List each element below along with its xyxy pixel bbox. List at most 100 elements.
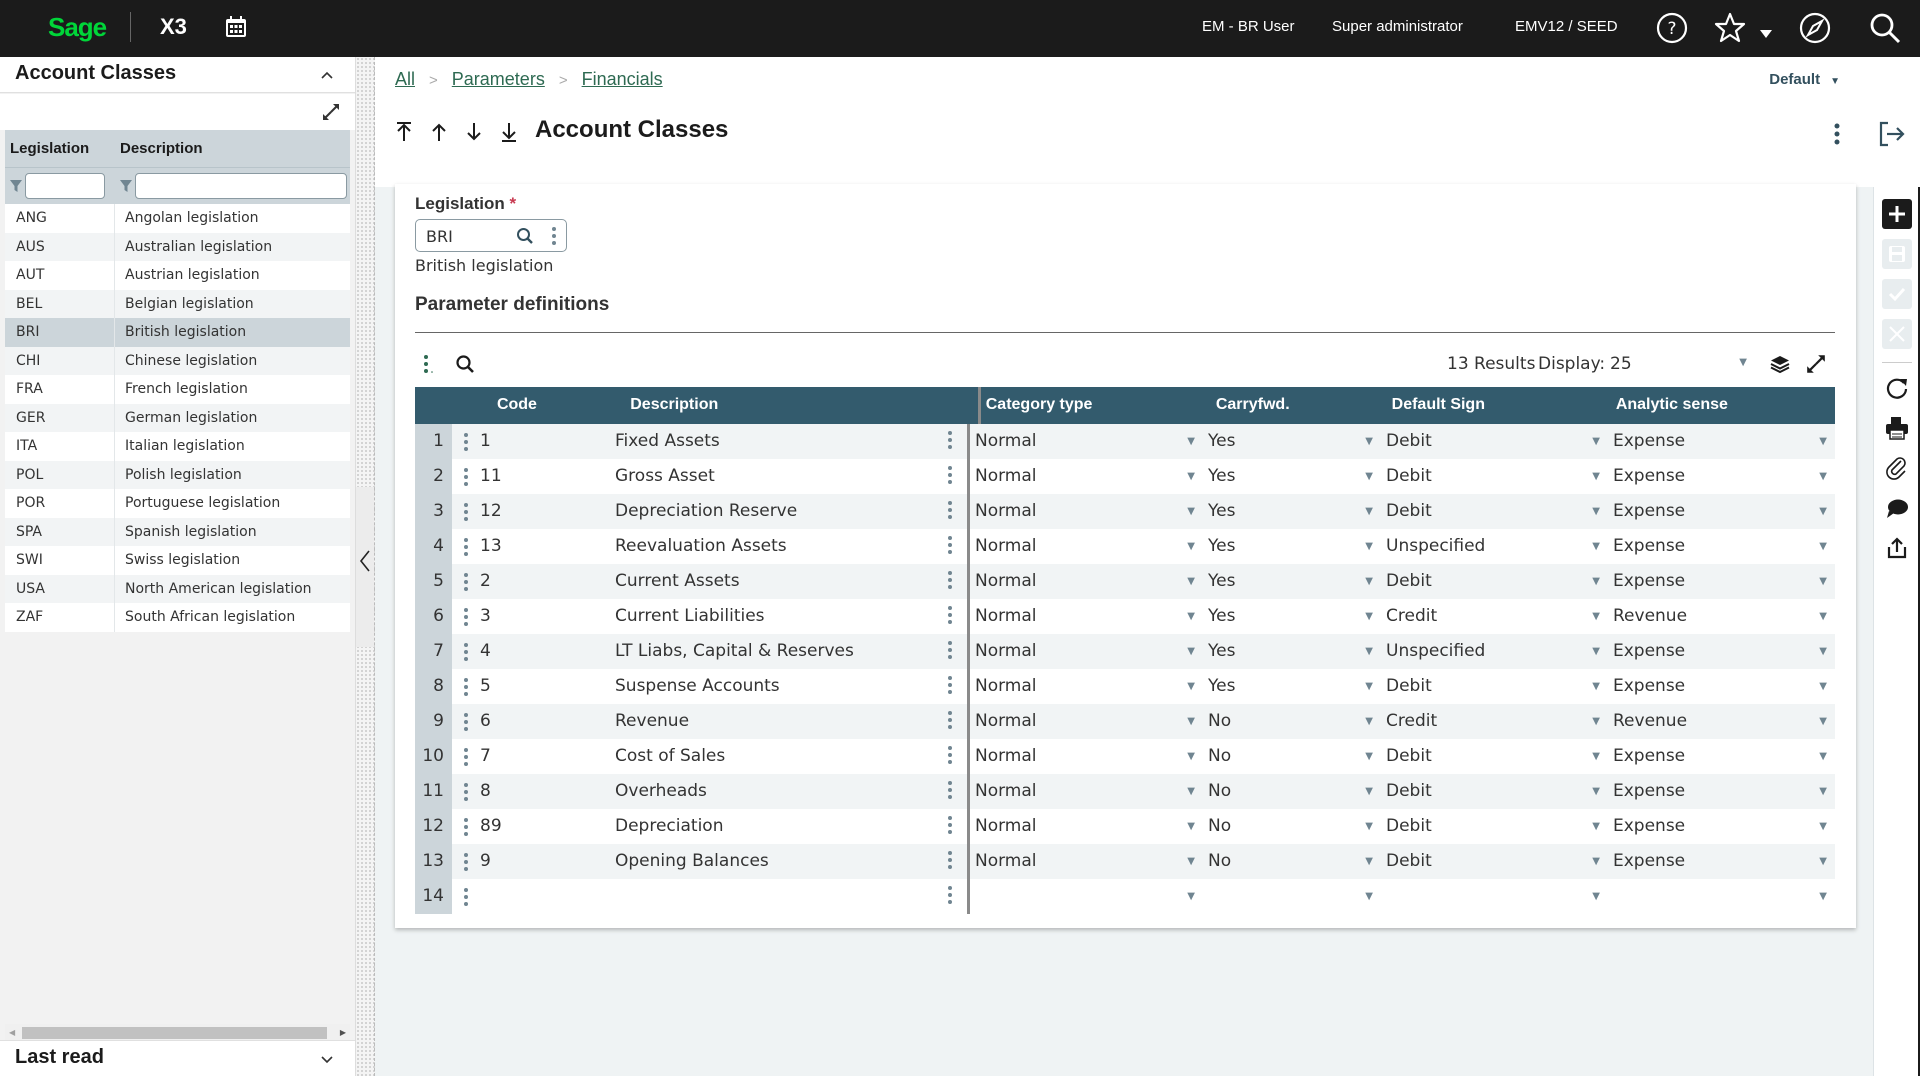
row-menu-icon[interactable] [463, 817, 469, 837]
last-record-icon[interactable] [500, 121, 518, 143]
carryfwd-select[interactable]: Yes ▼ [1203, 424, 1381, 459]
category-type-select[interactable]: Normal ▼ [970, 599, 1203, 634]
first-record-icon[interactable] [395, 121, 413, 143]
favorites-dropdown-icon[interactable] [1760, 30, 1772, 38]
category-type-select[interactable]: Normal ▼ [970, 739, 1203, 774]
list-item[interactable]: ZAF South African legislation [5, 603, 350, 632]
panel-splitter[interactable] [355, 57, 375, 1076]
breadcrumb-all[interactable]: All [395, 69, 415, 89]
column-header-code[interactable]: Code [497, 387, 630, 424]
cell-menu-icon[interactable] [947, 815, 953, 835]
description-cell[interactable]: LT Liabs, Capital & Reserves [615, 634, 935, 669]
table-row[interactable]: 8 5 Suspense Accounts Normal ▼ Yes ▼ Debit ▼ Expe… [415, 669, 1835, 704]
description-cell[interactable]: Opening Balances [615, 844, 935, 879]
breadcrumb-financials[interactable]: Financials [582, 69, 663, 89]
list-item[interactable]: ANG Angolan legislation [5, 204, 350, 233]
code-cell[interactable]: 4 [480, 634, 615, 669]
default-sign-select[interactable]: Credit ▼ [1381, 599, 1608, 634]
analytic-sense-select[interactable]: Expense ▼ [1608, 844, 1835, 879]
legislation-filter-input[interactable] [25, 173, 105, 199]
view-selector[interactable]: Default ▼ [1769, 71, 1840, 88]
default-sign-select[interactable]: Debit ▼ [1381, 739, 1608, 774]
search-icon[interactable] [1868, 11, 1902, 45]
table-row[interactable]: 3 12 Depreciation Reserve Normal ▼ Yes ▼ Debit ▼… [415, 494, 1835, 529]
list-item[interactable]: POR Portuguese legislation [5, 489, 350, 518]
field-menu-icon[interactable] [551, 226, 557, 246]
category-type-select[interactable]: Normal ▼ [970, 564, 1203, 599]
analytic-sense-select[interactable]: Expense ▼ [1608, 809, 1835, 844]
category-type-select[interactable]: Normal ▼ [970, 494, 1203, 529]
default-sign-select[interactable]: Debit ▼ [1381, 494, 1608, 529]
breadcrumb-parameters[interactable]: Parameters [452, 69, 545, 89]
code-cell[interactable]: 6 [480, 704, 615, 739]
analytic-sense-select[interactable]: Expense ▼ [1608, 774, 1835, 809]
table-row[interactable]: 1 1 Fixed Assets Normal ▼ Yes ▼ Debit ▼ Expense ▼ [415, 424, 1835, 459]
table-row[interactable]: 13 9 Opening Balances Normal ▼ No ▼ Debit ▼ Expen… [415, 844, 1835, 879]
cell-menu-icon[interactable] [947, 675, 953, 695]
cell-menu-icon[interactable] [947, 850, 953, 870]
carryfwd-select[interactable]: Yes ▼ [1203, 669, 1381, 704]
carryfwd-select[interactable]: No ▼ [1203, 809, 1381, 844]
row-menu-icon[interactable] [463, 537, 469, 557]
analytic-sense-select[interactable]: Expense ▼ [1608, 424, 1835, 459]
cell-menu-icon[interactable] [947, 640, 953, 660]
description-cell[interactable] [615, 879, 935, 914]
export-icon[interactable] [1884, 535, 1910, 561]
scroll-right-icon[interactable]: ▶ [340, 1028, 346, 1037]
star-icon[interactable] [1713, 11, 1747, 45]
horizontal-scrollbar[interactable]: ◀ ▶ [5, 1024, 350, 1040]
list-item[interactable]: AUT Austrian legislation [5, 261, 350, 290]
analytic-sense-select[interactable]: Revenue ▼ [1608, 704, 1835, 739]
row-menu-icon[interactable] [463, 642, 469, 662]
list-item[interactable]: SPA Spanish legislation [5, 517, 350, 546]
cell-menu-icon[interactable] [947, 500, 953, 520]
description-cell[interactable]: Gross Asset [615, 459, 935, 494]
grid-search-icon[interactable] [455, 354, 475, 374]
carryfwd-select[interactable]: Yes ▼ [1203, 529, 1381, 564]
cell-menu-icon[interactable] [947, 710, 953, 730]
default-sign-select[interactable]: Debit ▼ [1381, 774, 1608, 809]
legislation-field[interactable]: BRI [415, 219, 567, 252]
default-sign-select[interactable]: Credit ▼ [1381, 704, 1608, 739]
default-sign-select[interactable]: ▼ [1381, 879, 1608, 914]
code-cell[interactable]: 2 [480, 564, 615, 599]
description-cell[interactable]: Cost of Sales [615, 739, 935, 774]
row-menu-icon[interactable] [463, 852, 469, 872]
chevron-up-icon[interactable] [319, 67, 335, 83]
category-type-select[interactable]: Normal ▼ [970, 774, 1203, 809]
description-cell[interactable]: Suspense Accounts [615, 669, 935, 704]
cell-menu-icon[interactable] [947, 570, 953, 590]
cell-menu-icon[interactable] [947, 885, 953, 905]
row-menu-icon[interactable] [463, 677, 469, 697]
table-row[interactable]: 12 89 Depreciation Normal ▼ No ▼ Debit ▼ Expense ▼ [415, 809, 1835, 844]
expand-icon[interactable] [1805, 353, 1827, 375]
row-menu-icon[interactable] [463, 782, 469, 802]
carryfwd-select[interactable]: Yes ▼ [1203, 599, 1381, 634]
expand-icon[interactable] [321, 102, 341, 122]
column-header-category-type[interactable]: Category type [981, 387, 1211, 424]
code-cell[interactable]: 3 [480, 599, 615, 634]
category-type-select[interactable]: Normal ▼ [970, 424, 1203, 459]
analytic-sense-select[interactable]: Expense ▼ [1608, 564, 1835, 599]
display-select[interactable]: 25 ▼ [1610, 354, 1755, 374]
column-header-legislation[interactable]: Legislation [5, 130, 115, 167]
description-cell[interactable]: Reevaluation Assets [615, 529, 935, 564]
description-cell[interactable]: Fixed Assets [615, 424, 935, 459]
carryfwd-select[interactable]: Yes ▼ [1203, 459, 1381, 494]
cancel-button[interactable] [1882, 319, 1912, 349]
help-icon[interactable]: ? [1655, 11, 1689, 45]
list-item[interactable]: USA North American legislation [5, 574, 350, 603]
row-menu-icon[interactable] [463, 607, 469, 627]
analytic-sense-select[interactable]: Expense ▼ [1608, 634, 1835, 669]
carryfwd-select[interactable]: Yes ▼ [1203, 564, 1381, 599]
code-cell[interactable]: 7 [480, 739, 615, 774]
carryfwd-select[interactable]: Yes ▼ [1203, 494, 1381, 529]
code-cell[interactable]: 1 [480, 424, 615, 459]
list-item[interactable]: GER German legislation [5, 403, 350, 432]
default-sign-select[interactable]: Debit ▼ [1381, 669, 1608, 704]
calendar-icon[interactable] [225, 16, 247, 38]
description-cell[interactable]: Depreciation Reserve [615, 494, 935, 529]
code-cell[interactable] [480, 879, 615, 914]
description-cell[interactable]: Current Liabilities [615, 599, 935, 634]
list-item[interactable]: SWI Swiss legislation [5, 546, 350, 575]
